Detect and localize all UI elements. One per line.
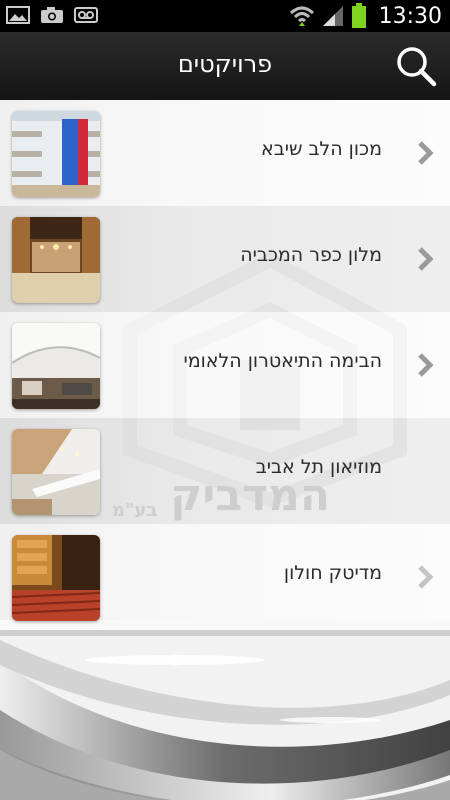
status-bar: 13:30 bbox=[0, 0, 450, 32]
action-bar: פרויקטים bbox=[0, 32, 450, 102]
auditorium-photo bbox=[12, 535, 100, 621]
chevron-right-icon bbox=[418, 247, 434, 271]
list-item-label: מדיטק חולון bbox=[283, 562, 382, 584]
list-item[interactable]: מוזיאון תל אביב bbox=[0, 418, 450, 524]
chevron-right-icon bbox=[418, 565, 434, 589]
list-item[interactable]: מדיטק חולון bbox=[0, 524, 450, 630]
list-item-label: מלון כפר המכביה bbox=[240, 244, 382, 266]
clock: 13:30 bbox=[378, 3, 442, 29]
list-item[interactable]: מכון הלב שיבא bbox=[0, 100, 450, 206]
project-list-screen: המדביק בע"מ מכון הלב שיבא מלון כפר המכבי… bbox=[0, 100, 450, 800]
project-list: מכון הלב שיבא מלון כפר המכביה הבימה התיא… bbox=[0, 100, 450, 630]
theatre-lobby-photo bbox=[12, 323, 100, 409]
chevron-right-icon bbox=[418, 141, 434, 165]
list-item[interactable]: מלון כפר המכביה bbox=[0, 206, 450, 312]
page-title: פרויקטים bbox=[177, 50, 273, 78]
museum-interior-photo bbox=[12, 429, 100, 515]
wifi-icon bbox=[289, 6, 314, 26]
decorative-swoosh bbox=[0, 620, 450, 800]
camera-icon bbox=[41, 7, 63, 23]
gallery-icon bbox=[6, 6, 30, 24]
voicemail-icon bbox=[74, 7, 98, 23]
signal-icon bbox=[322, 6, 343, 26]
list-item-label: מוזיאון תל אביב bbox=[255, 456, 382, 478]
chevron-right-icon bbox=[418, 353, 434, 377]
search-icon[interactable] bbox=[394, 44, 438, 88]
hotel-lobby-photo bbox=[12, 217, 100, 303]
list-item-label: מכון הלב שיבא bbox=[261, 138, 382, 160]
battery-icon bbox=[351, 3, 366, 28]
list-item-label: הבימה התיאטרון הלאומי bbox=[183, 350, 382, 372]
atrium-photo bbox=[12, 111, 100, 197]
list-item[interactable]: הבימה התיאטרון הלאומי bbox=[0, 312, 450, 418]
list-divider bbox=[0, 630, 450, 636]
